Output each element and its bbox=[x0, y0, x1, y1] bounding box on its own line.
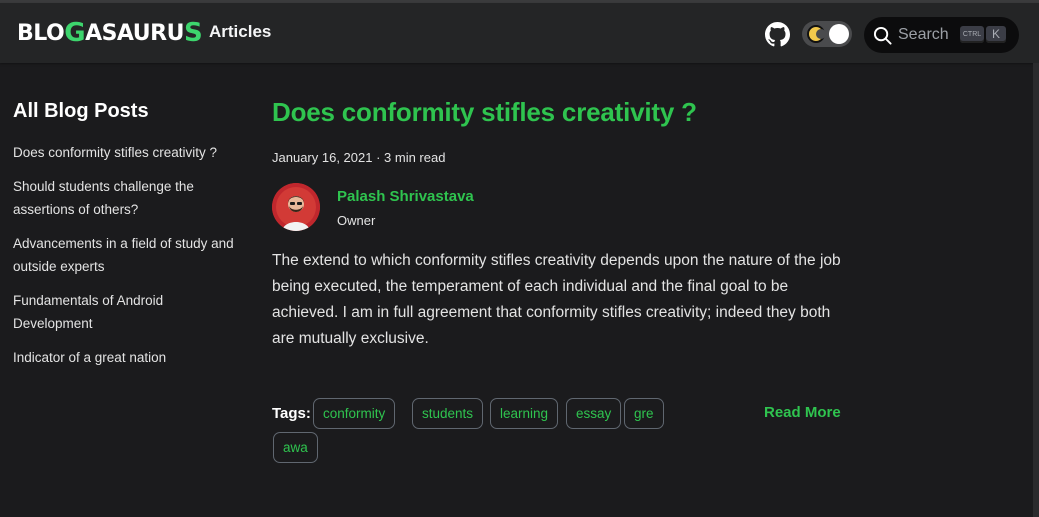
logo-dino-glyph: G bbox=[64, 18, 86, 48]
sidebar-item-post-5[interactable]: Indicator of a great nation bbox=[13, 346, 243, 369]
moon-crescent-cut bbox=[816, 29, 826, 39]
github-icon[interactable] bbox=[765, 22, 790, 47]
tag-awa[interactable]: awa bbox=[273, 432, 318, 463]
read-more-link[interactable]: Read More bbox=[764, 404, 841, 421]
sidebar-item-post-4[interactable]: Fundamentals of Android Development bbox=[13, 289, 243, 335]
author-name[interactable]: Palash Shrivastava bbox=[337, 188, 474, 205]
tag-conformity[interactable]: conformity bbox=[313, 398, 396, 429]
sidebar-title: All Blog Posts bbox=[13, 100, 149, 122]
dark-mode-toggle[interactable] bbox=[802, 21, 852, 47]
blog-post: Does conformity stifles creativity ? Jan… bbox=[272, 97, 852, 463]
search-placeholder: Search bbox=[898, 26, 949, 43]
kbd-k: K bbox=[986, 26, 1006, 43]
logo-text-mid: ASAURU bbox=[85, 20, 184, 46]
post-title[interactable]: Does conformity stifles creativity ? bbox=[272, 97, 852, 128]
author-block: Palash Shrivastava Owner bbox=[272, 183, 572, 233]
kbd-ctrl: CTRL bbox=[960, 26, 984, 43]
tag-students[interactable]: students bbox=[412, 398, 484, 429]
tags-label: Tags: bbox=[272, 405, 311, 422]
post-meta: January 16, 2021 · 3 min read bbox=[272, 150, 446, 165]
nav-articles-link[interactable]: Articles bbox=[209, 22, 271, 42]
sidebar-item-post-2[interactable]: Should students challenge the assertions… bbox=[13, 175, 243, 221]
logo-text-left: BLO bbox=[17, 20, 65, 46]
avatar[interactable] bbox=[272, 183, 320, 231]
navbar: BLO G ASAURU S Articles Search CTRL K bbox=[0, 3, 1039, 63]
tag-gre[interactable]: gre bbox=[624, 398, 664, 429]
site-logo[interactable]: BLO G ASAURU S bbox=[17, 16, 203, 50]
sidebar-item-post-1[interactable]: Does conformity stifles creativity ? bbox=[13, 141, 243, 164]
logo-dino-tail-glyph: S bbox=[183, 18, 203, 48]
sidebar-item-post-3[interactable]: Advancements in a field of study and out… bbox=[13, 232, 243, 278]
search-button[interactable]: Search CTRL K bbox=[864, 17, 1019, 53]
search-icon bbox=[873, 26, 892, 45]
sidebar: All Blog Posts Does conformity stifles c… bbox=[13, 100, 243, 380]
post-excerpt: The extend to which conformity stifles c… bbox=[272, 252, 841, 347]
tag-learning[interactable]: learning bbox=[490, 398, 559, 429]
scrollbar[interactable] bbox=[1033, 63, 1039, 517]
author-role: Owner bbox=[337, 213, 376, 228]
tag-essay[interactable]: essay bbox=[566, 398, 622, 429]
toggle-knob bbox=[829, 24, 849, 44]
